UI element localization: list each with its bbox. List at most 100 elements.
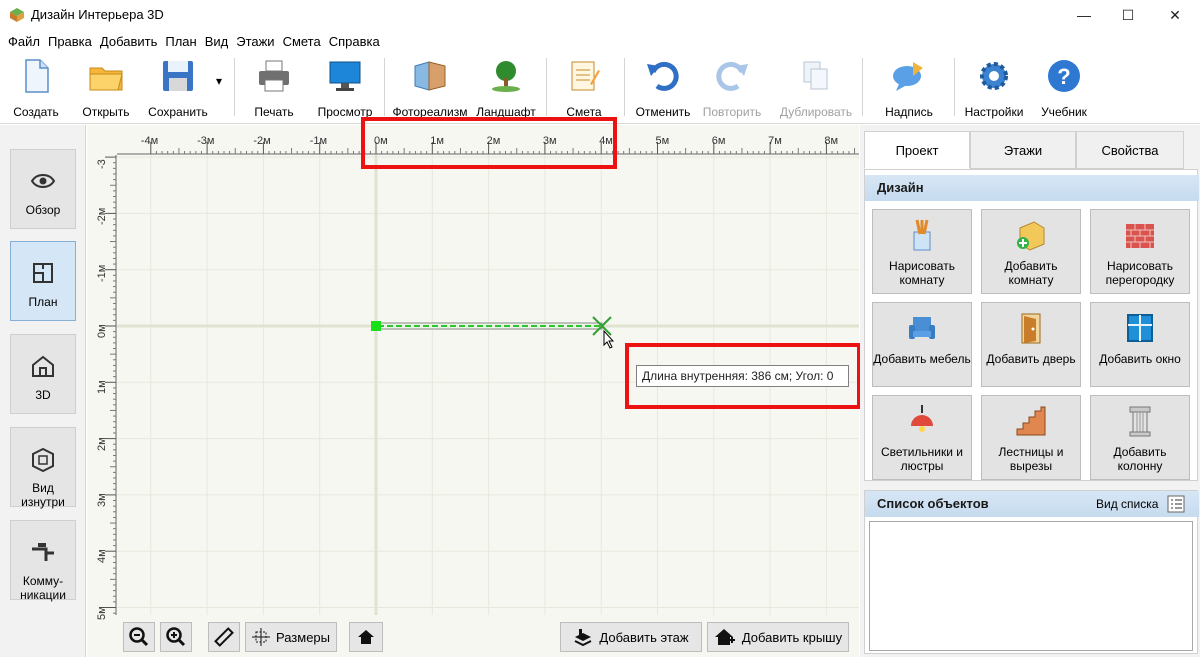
estimate-button[interactable]: Смета [556, 56, 612, 120]
left-ruler [87, 155, 117, 657]
dimensions-icon [251, 628, 270, 646]
pipes-icon [32, 543, 54, 561]
save-button[interactable]: Сохранить [144, 56, 212, 120]
brick-wall-icon [1126, 224, 1154, 248]
menu-plan[interactable]: План [165, 32, 203, 52]
add-column-button[interactable]: Добавить колонну [1090, 395, 1190, 480]
list-view-icon[interactable] [1167, 495, 1185, 513]
open-button[interactable]: Открыть [76, 56, 136, 120]
menu-file[interactable]: Файл [8, 32, 47, 52]
menu-estimate[interactable]: Смета [283, 32, 328, 52]
landscape-button[interactable]: Ландшафт [474, 56, 538, 120]
menu-floors[interactable]: Этажи [236, 32, 281, 52]
home-button[interactable] [349, 622, 383, 652]
photorealism-button[interactable]: Фотореализм [392, 56, 468, 120]
toolbar-separator [546, 58, 547, 116]
menu-add[interactable]: Добавить [100, 32, 164, 52]
minimize-button[interactable]: — [1061, 0, 1107, 30]
top-ruler-label: -1м [309, 135, 328, 147]
add-window-button[interactable]: Добавить окно [1090, 302, 1190, 387]
draw-room-button[interactable]: Нарисовать комнату [872, 209, 972, 294]
view-sidebar: Обзор План 3D Вид изнутри Комму-никации [0, 125, 86, 657]
tab-properties[interactable]: Свойства [1076, 131, 1184, 169]
tutorial-button[interactable]: ? Учебник [1036, 56, 1092, 120]
toolbar-separator [384, 58, 385, 116]
wall-start-handle[interactable] [371, 321, 381, 331]
view-inside-button[interactable]: Вид изнутри [10, 427, 76, 509]
list-view-label[interactable]: Вид списка [1096, 497, 1158, 511]
wall-segment[interactable] [375, 322, 603, 330]
speech-bubble-icon [893, 62, 923, 91]
toolbar-separator [954, 58, 955, 116]
zoom-in-button[interactable] [160, 622, 192, 652]
add-furniture-button[interactable]: Добавить мебель [872, 302, 972, 387]
house-3d-icon [32, 355, 54, 377]
top-ruler-label: 7м [768, 135, 782, 147]
view-overview-button[interactable]: Обзор [10, 149, 76, 229]
view-communications-button[interactable]: Комму-никации [10, 520, 76, 602]
dimensions-button[interactable]: Размеры [245, 622, 337, 652]
preview-button[interactable]: Просмотр [314, 56, 376, 120]
help-question-icon: ? [1048, 60, 1080, 92]
floppy-disk-icon [163, 61, 193, 91]
add-room-button[interactable]: Добавить комнату [981, 209, 1081, 294]
top-ruler-label: -4м [140, 135, 159, 147]
redo-button[interactable]: Повторить [700, 56, 764, 120]
door-icon [1021, 313, 1041, 344]
top-ruler-label: -2м [253, 135, 271, 147]
create-button[interactable]: Создать [6, 56, 66, 120]
tooltip-highlight-box [625, 343, 861, 409]
zoom-out-icon [129, 627, 149, 647]
close-button[interactable]: ✕ [1152, 0, 1198, 30]
draw-room-icon [913, 219, 931, 251]
measure-ruler-button[interactable] [208, 622, 240, 652]
new-document-icon [25, 59, 49, 93]
add-roof-button[interactable]: Добавить крышу [707, 622, 849, 652]
top-ruler-label: -3м [197, 135, 215, 147]
save-dropdown-arrow[interactable]: ▾ [212, 74, 226, 94]
design-panel: Дизайн Нарисовать комнату Добавить комна… [864, 169, 1199, 481]
undo-button[interactable]: Отменить [632, 56, 694, 120]
wall-end-cursor [592, 316, 615, 349]
add-room-icon [1017, 221, 1045, 251]
zoom-out-button[interactable] [123, 622, 155, 652]
text-label-button[interactable]: Надпись [878, 56, 940, 120]
tab-floors[interactable]: Этажи [970, 131, 1076, 169]
svg-text:?: ? [1057, 64, 1070, 89]
left-ruler-label: 4м [96, 549, 108, 564]
menu-edit[interactable]: Правка [48, 32, 99, 52]
add-floor-button[interactable]: Добавить этаж [560, 622, 702, 652]
window-icon [1127, 314, 1153, 342]
redo-arrow-icon [716, 61, 748, 91]
tree-icon [492, 61, 520, 92]
view-plan-button[interactable]: План [10, 241, 76, 321]
top-ruler-label: 2м [486, 135, 501, 147]
view-3d-button[interactable]: 3D [10, 334, 76, 414]
menu-view[interactable]: Вид [205, 32, 236, 52]
title-bar: Дизайн Интерьера 3D — ☐ ✕ [0, 0, 1200, 30]
home-icon [358, 630, 374, 644]
maximize-button[interactable]: ☐ [1105, 0, 1151, 30]
tab-project[interactable]: Проект [864, 131, 970, 169]
eye-icon [30, 174, 56, 188]
object-list[interactable] [869, 521, 1193, 651]
plan-icon [33, 263, 53, 283]
top-ruler-label: 8м [824, 135, 839, 147]
print-button[interactable]: Печать [246, 56, 302, 120]
lights-button[interactable]: Светильники и люстры [872, 395, 972, 480]
stairs-button[interactable]: Лестницы и вырезы [981, 395, 1081, 480]
zoom-in-icon [166, 627, 186, 647]
plan-canvas[interactable]: Длина внутренняя: 386 см; Угол: 0 Размер… [87, 117, 861, 657]
settings-button[interactable]: Настройки [962, 56, 1026, 120]
top-ruler-label: 0м [374, 135, 388, 147]
menu-help[interactable]: Справка [329, 32, 387, 52]
top-ruler-label: 1м [430, 135, 444, 147]
duplicate-button[interactable]: Дублировать [776, 56, 856, 120]
toolbar-separator [234, 58, 235, 116]
object-list-panel: Список объектов Вид списка [864, 490, 1199, 654]
draw-partition-button[interactable]: Нарисовать перегородку [1090, 209, 1190, 294]
add-door-button[interactable]: Добавить дверь [981, 302, 1081, 387]
notepad-icon [571, 61, 600, 91]
design-section-header: Дизайн [865, 175, 1199, 201]
column-icon [1129, 406, 1151, 437]
